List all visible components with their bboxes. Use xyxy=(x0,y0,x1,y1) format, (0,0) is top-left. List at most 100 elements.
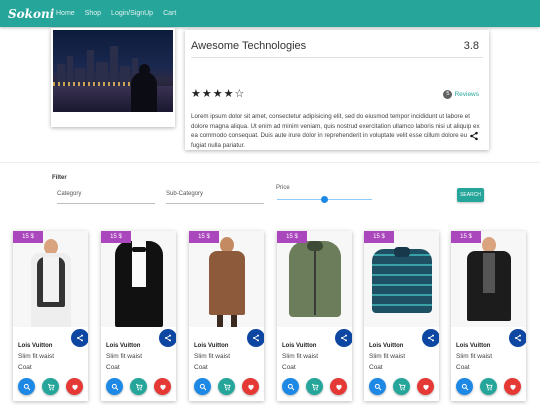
review-count-badge: 5 xyxy=(443,90,453,99)
price-slider-handle[interactable] xyxy=(321,196,328,203)
share-icon xyxy=(341,334,347,342)
share-button[interactable] xyxy=(71,329,88,347)
quick-view-button[interactable] xyxy=(456,378,473,395)
product-image-card xyxy=(51,28,175,127)
card-actions xyxy=(369,378,434,395)
share-button[interactable] xyxy=(247,329,264,347)
share-icon[interactable] xyxy=(469,131,479,141)
product-image xyxy=(53,30,173,112)
product-name: Slim fit waist xyxy=(18,353,55,360)
quick-view-button[interactable] xyxy=(282,378,299,395)
quick-view-button[interactable] xyxy=(194,378,211,395)
product-brand: Lois Vuitton xyxy=(369,343,404,349)
price-tag: 15 $ xyxy=(189,231,219,243)
product-name: Slim fit waist xyxy=(106,353,143,360)
product-name: Slim fit waist xyxy=(282,353,319,360)
share-icon xyxy=(428,334,434,342)
product-card[interactable]: 15 $ Lois Vuitton Slim fit waist Coat xyxy=(189,231,264,401)
subcategory-select[interactable]: Sub-Category xyxy=(166,188,264,204)
nav-link-cart[interactable]: Cart xyxy=(163,10,176,17)
wishlist-button[interactable] xyxy=(504,378,521,395)
add-to-cart-button[interactable] xyxy=(393,378,410,395)
add-to-cart-button[interactable] xyxy=(306,378,323,395)
card-actions xyxy=(106,378,171,395)
search-icon xyxy=(287,383,294,390)
wishlist-button[interactable] xyxy=(330,378,347,395)
nav-link-home[interactable]: Home xyxy=(56,10,75,17)
search-icon xyxy=(199,383,206,390)
share-icon xyxy=(165,334,171,342)
product-rating: 3.8 xyxy=(463,40,479,52)
product-card-image[interactable] xyxy=(101,231,176,327)
nav-link-login[interactable]: Login/SignUp xyxy=(111,10,153,17)
product-card[interactable]: 15 $ Lois Vuitton Slim fit waist Coat xyxy=(364,231,439,401)
product-card-image[interactable] xyxy=(451,231,526,327)
product-card-image[interactable] xyxy=(277,231,352,327)
product-name: Slim fit waist xyxy=(456,353,493,360)
product-name: Slim fit waist xyxy=(369,353,406,360)
product-name: Slim fit waist xyxy=(194,353,231,360)
product-brand: Lois Vuitton xyxy=(456,343,491,349)
card-actions xyxy=(194,378,259,395)
quick-view-button[interactable] xyxy=(18,378,35,395)
product-brand: Lois Vuitton xyxy=(18,343,53,349)
heart-icon xyxy=(247,384,254,390)
divider xyxy=(191,57,483,58)
share-button[interactable] xyxy=(335,329,352,347)
search-icon xyxy=(111,383,118,390)
subcategory-label: Sub-Category xyxy=(166,191,204,197)
cart-icon xyxy=(47,383,55,390)
add-to-cart-button[interactable] xyxy=(130,378,147,395)
quick-view-button[interactable] xyxy=(369,378,386,395)
heart-icon xyxy=(422,384,429,390)
product-info-card: Awesome Technologies 3.8 ★★★★☆ 5 Reviews… xyxy=(185,30,489,150)
filter-heading: Filter xyxy=(52,175,67,181)
wishlist-button[interactable] xyxy=(417,378,434,395)
add-to-cart-button[interactable] xyxy=(42,378,59,395)
section-divider xyxy=(0,162,540,163)
cart-icon xyxy=(135,383,143,390)
wishlist-button[interactable] xyxy=(154,378,171,395)
search-button[interactable]: SEARCH xyxy=(457,188,484,202)
star-rating[interactable]: ★★★★☆ xyxy=(191,87,245,100)
cart-icon xyxy=(223,383,231,390)
quick-view-button[interactable] xyxy=(106,378,123,395)
card-actions xyxy=(456,378,521,395)
product-card[interactable]: 15 $ Lois Vuitton Slim fit waist Coat xyxy=(451,231,526,401)
product-category: Coat xyxy=(194,364,208,371)
reviews-link[interactable]: 5 Reviews xyxy=(443,90,479,99)
wishlist-button[interactable] xyxy=(66,378,83,395)
add-to-cart-button[interactable] xyxy=(218,378,235,395)
share-icon xyxy=(77,334,83,342)
price-tag: 15 $ xyxy=(13,231,43,243)
product-card-image[interactable] xyxy=(13,231,88,327)
product-brand: Lois Vuitton xyxy=(106,343,141,349)
product-card[interactable]: 15 $ Lois Vuitton Slim fit waist Coat xyxy=(277,231,352,401)
category-label: Category xyxy=(57,191,82,197)
nav-link-shop[interactable]: Shop xyxy=(85,10,101,17)
brand-logo[interactable]: Sokoni xyxy=(8,7,54,21)
share-button[interactable] xyxy=(509,329,526,347)
price-tag: 15 $ xyxy=(101,231,131,243)
product-card[interactable]: 15 $ Lois Vuitton Slim fit waist Coat xyxy=(13,231,88,401)
price-label: Price xyxy=(276,185,290,191)
wishlist-button[interactable] xyxy=(242,378,259,395)
search-icon xyxy=(374,383,381,390)
product-category: Coat xyxy=(282,364,296,371)
product-card-image[interactable] xyxy=(364,231,439,327)
product-description: Lorem ipsum dolor sit amet, consectetur … xyxy=(191,113,480,149)
share-button[interactable] xyxy=(422,329,439,347)
card-actions xyxy=(18,378,83,395)
add-to-cart-button[interactable] xyxy=(480,378,497,395)
cart-icon xyxy=(311,383,319,390)
reviews-label: Reviews xyxy=(454,91,479,98)
heart-icon xyxy=(509,384,516,390)
price-tag: 15 $ xyxy=(451,231,481,243)
share-button[interactable] xyxy=(159,329,176,347)
category-select[interactable]: Category xyxy=(57,188,155,204)
product-card-image[interactable] xyxy=(189,231,264,327)
product-card[interactable]: 15 $ Lois Vuitton Slim fit waist Coat xyxy=(101,231,176,401)
product-category: Coat xyxy=(106,364,120,371)
price-tag: 15 $ xyxy=(277,231,307,243)
product-brand: Lois Vuitton xyxy=(282,343,317,349)
